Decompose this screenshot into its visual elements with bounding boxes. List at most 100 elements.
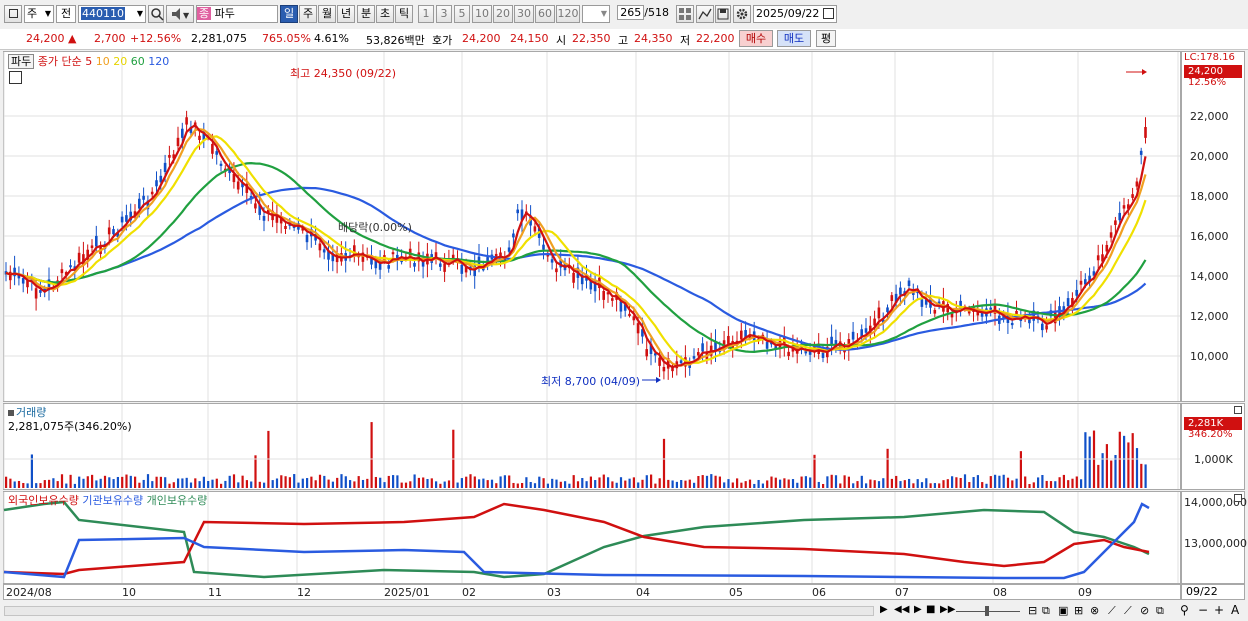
candle-body (185, 117, 188, 125)
volume-bar (637, 482, 640, 488)
volume-bar (916, 479, 919, 488)
interval-10-button[interactable]: 10 (472, 5, 492, 23)
trend-tool-icon[interactable]: ⟋ (1124, 604, 1132, 618)
high-annotation: 최고 24,350 (09/22) (290, 67, 397, 80)
price-name-tag[interactable]: 파두 (8, 54, 35, 69)
window-copy-icon[interactable]: ⧉ (1042, 604, 1050, 618)
interval-custom-select[interactable]: ▼ (582, 5, 610, 23)
volume-bar (194, 478, 197, 488)
interval-5-button[interactable]: 5 (454, 5, 470, 23)
period-tick-button[interactable]: 틱 (395, 5, 413, 23)
window-icon[interactable]: ▣ (1058, 604, 1068, 617)
minus-icon[interactable]: − (1198, 603, 1208, 617)
interval-30-button[interactable]: 30 (514, 5, 534, 23)
period-year-button[interactable]: 년 (337, 5, 355, 23)
search-icon[interactable] (148, 5, 164, 23)
date-input[interactable]: 2025/09/22 (753, 5, 837, 23)
low-annotation: 최저 8,700 (04/09) (541, 375, 641, 388)
volume-tag-pct: 346.20% (1188, 429, 1233, 440)
period-week-button[interactable]: 주 (299, 5, 317, 23)
volume-bar (727, 479, 730, 488)
buy-button[interactable]: 매수 (739, 30, 773, 47)
candle-body (176, 137, 180, 147)
volume-bar (121, 476, 124, 488)
high-label: 고 (618, 34, 629, 47)
table-icon[interactable] (9, 71, 22, 84)
play-icon[interactable]: ▶ (914, 604, 922, 615)
cross-icon[interactable]: ⊗ (1090, 604, 1099, 617)
count-value[interactable]: 265 (617, 5, 645, 20)
candle-body (439, 263, 442, 267)
chart-window-icon[interactable] (4, 5, 22, 23)
volume-bar (813, 454, 816, 488)
period-minute-button[interactable]: 분 (357, 5, 375, 23)
draw-tool-icon[interactable] (696, 5, 714, 23)
rewind-icon[interactable]: ◀◀ (894, 604, 909, 615)
period-day-button[interactable]: 일 (280, 5, 298, 23)
volume-bar (839, 483, 842, 488)
open-price: 22,350 (572, 32, 611, 45)
volume-bar (215, 478, 218, 488)
save-icon[interactable] (715, 5, 731, 23)
market-select[interactable]: 주 ▼ (24, 5, 54, 23)
volume-bar (1097, 464, 1100, 488)
sound-icon[interactable]: ▼ (166, 5, 194, 23)
volume-bar (890, 478, 893, 488)
erase-icon[interactable]: ⊘ (1140, 604, 1149, 617)
volume-bar (220, 483, 223, 488)
institution-holding-line (3, 502, 1150, 580)
font-size-icon[interactable]: A (1231, 603, 1239, 617)
interval-120-button[interactable]: 120 (556, 5, 580, 23)
scroll-right-icon[interactable]: ▶ (880, 604, 888, 615)
candle-body (967, 311, 971, 314)
volume-bar (1088, 436, 1091, 488)
volume-bar (512, 482, 515, 488)
volume-bar (1019, 451, 1022, 488)
interval-60-button[interactable]: 60 (535, 5, 555, 23)
period-month-button[interactable]: 월 (318, 5, 336, 23)
interval-3-button[interactable]: 3 (436, 5, 452, 23)
split-view-icon[interactable]: ⊟ (1028, 604, 1037, 617)
chart-scrollbar[interactable] (4, 606, 874, 616)
volume-bar (78, 476, 81, 488)
bid-price: 24,150 (510, 32, 549, 45)
layout-icon[interactable]: ⊞ (1074, 604, 1083, 617)
stock-name-field[interactable]: 종 파두 (196, 5, 278, 23)
close-icon[interactable] (1234, 494, 1242, 502)
volume-bar (628, 478, 631, 488)
grid-icon[interactable] (676, 5, 694, 23)
stop-icon[interactable]: ■ (926, 604, 935, 615)
volume-bar (486, 480, 489, 488)
volume-bar (258, 481, 261, 488)
screenshot-icon[interactable]: ⧉ (1156, 604, 1164, 618)
gear-icon[interactable] (733, 5, 751, 23)
close-icon[interactable] (1234, 406, 1242, 414)
candle-body (619, 301, 623, 312)
volume-bar (65, 483, 68, 488)
stock-code-input[interactable]: 440110 ▼ (78, 5, 146, 23)
volume-bar (404, 482, 408, 488)
x-label-12: 12 (297, 586, 311, 599)
interval-1-button[interactable]: 1 (418, 5, 434, 23)
zoom-slider-handle[interactable] (985, 606, 989, 616)
volume-bar (688, 479, 691, 488)
sell-button[interactable]: 매도 (777, 30, 811, 47)
y-tick-18000: 18,000 (1190, 190, 1229, 203)
eval-button[interactable]: 평 (816, 30, 836, 47)
candle-body (1066, 298, 1070, 307)
range-select[interactable]: 전 (56, 5, 76, 23)
plus-icon[interactable]: + (1214, 603, 1224, 617)
volume-bar (860, 475, 863, 488)
candle-body (1079, 280, 1083, 285)
volume-bar (177, 478, 180, 488)
calendar-icon[interactable] (823, 8, 834, 19)
line-tool-icon[interactable]: ⟋ (1108, 604, 1116, 618)
x-label-05: 05 (729, 586, 743, 599)
zoom-icon[interactable]: ⚲ (1180, 603, 1189, 617)
candle-body (740, 330, 743, 340)
interval-20-button[interactable]: 20 (493, 5, 513, 23)
fast-forward-icon[interactable]: ▶▶ (940, 604, 955, 615)
volume-bar (499, 476, 502, 488)
period-second-button[interactable]: 초 (376, 5, 394, 23)
volume-bar (796, 482, 799, 488)
